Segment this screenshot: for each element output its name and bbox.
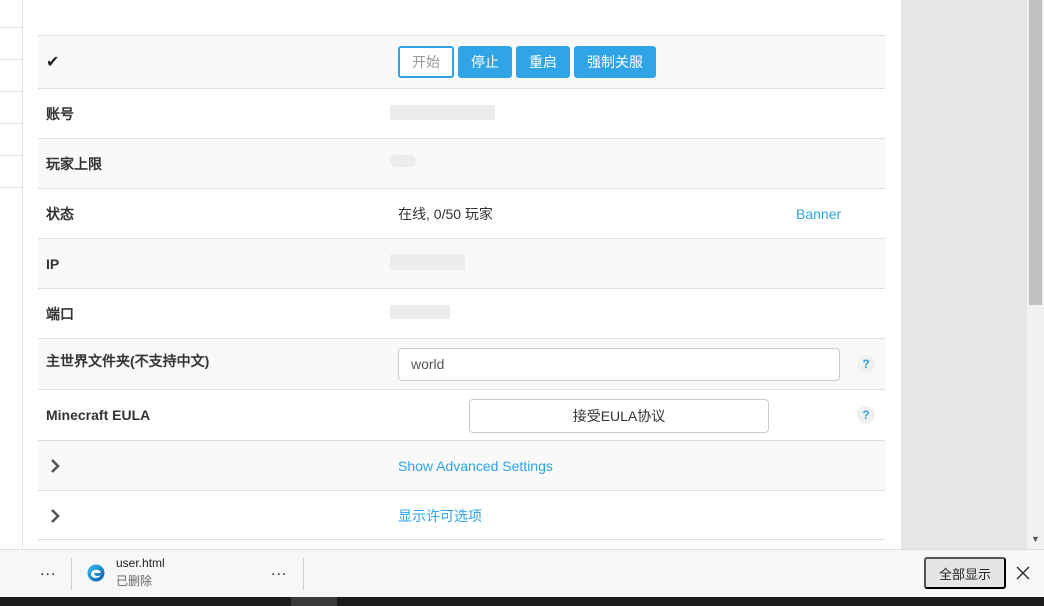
world-folder-label: 主世界文件夹(不支持中文) [46,353,210,369]
edge-icon [87,564,105,582]
ip-row: IP [38,238,885,288]
check-icon: ✔ [46,54,60,71]
advanced-settings-row[interactable]: Show Advanced Settings [38,440,885,490]
left-strip [0,0,23,549]
player-limit-row: 玩家上限 [38,138,885,188]
download-bar-menu-button[interactable]: ... [40,562,56,580]
ip-label: IP [46,256,60,272]
download-file-name[interactable]: user.html [116,556,165,570]
show-advanced-settings-link[interactable]: Show Advanced Settings [398,441,553,491]
taskbar-item[interactable] [291,597,337,606]
show-all-downloads-button[interactable]: 全部显示 [924,557,1006,589]
eula-label: Minecraft EULA [46,407,151,423]
force-stop-button[interactable]: 强制关服 [574,46,656,78]
world-folder-row: 主世界文件夹(不支持中文) world ? [38,338,885,389]
license-options-row[interactable]: 显示许可选项 [38,490,885,540]
status-label: 状态 [46,206,74,222]
ip-value-redacted [390,254,465,270]
divider [303,558,304,590]
server-panel: ✔ 开始 停止 重启 强制关服 账号 玩家上限 状态 在线, 0/50 玩家 B… [23,0,901,549]
chevron-right-icon[interactable] [46,457,64,475]
divider [71,558,72,590]
close-icon[interactable] [1015,565,1031,581]
controls-row: ✔ 开始 停止 重启 强制关服 [38,35,885,88]
chevron-right-icon[interactable] [46,507,64,525]
restart-button[interactable]: 重启 [516,46,570,78]
port-row: 端口 [38,288,885,338]
download-item-menu-button[interactable]: ... [271,562,287,580]
world-folder-input[interactable]: world [398,348,840,381]
status-row: 状态 在线, 0/50 玩家 Banner [38,188,885,238]
download-bar: ... user.html 已删除 ... 全部显示 [0,549,1044,597]
show-license-options-link[interactable]: 显示许可选项 [398,491,482,541]
account-label: 账号 [46,106,74,122]
taskbar [0,597,1044,606]
eula-help-icon[interactable]: ? [857,406,875,424]
status-value: 在线, 0/50 玩家 [398,206,493,222]
account-value-redacted [390,105,495,120]
account-row: 账号 [38,88,885,138]
port-label: 端口 [46,306,74,322]
player-limit-value-redacted [390,155,416,167]
download-file-status: 已删除 [116,574,153,588]
banner-link[interactable]: Banner [796,189,841,239]
stop-button[interactable]: 停止 [458,46,512,78]
scrollbar-thumb[interactable] [1029,0,1042,305]
right-margin [901,0,1027,549]
eula-row: Minecraft EULA 接受EULA协议 ? [38,389,885,440]
start-button[interactable]: 开始 [398,46,454,78]
port-value-redacted [390,305,450,319]
player-limit-label: 玩家上限 [46,156,102,172]
server-settings-table: ✔ 开始 停止 重启 强制关服 账号 玩家上限 状态 在线, 0/50 玩家 B… [38,35,885,540]
accept-eula-button[interactable]: 接受EULA协议 [469,399,769,433]
world-folder-help-icon[interactable]: ? [857,355,875,373]
scroll-down-arrow-icon[interactable]: ▼ [1029,532,1042,546]
